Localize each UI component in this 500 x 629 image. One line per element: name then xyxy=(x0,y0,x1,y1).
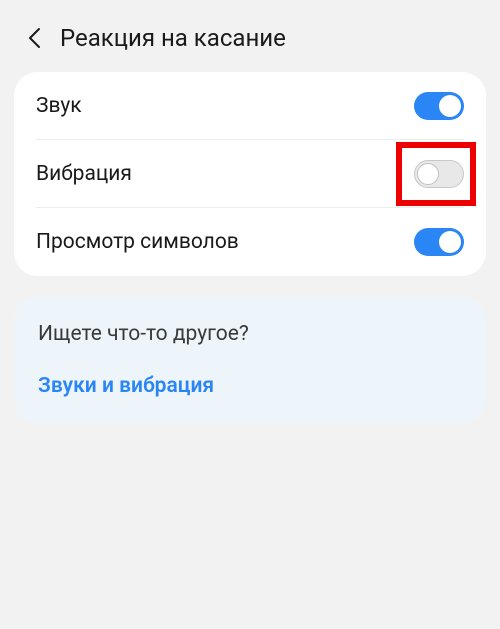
back-icon[interactable] xyxy=(20,24,48,52)
settings-row-sound[interactable]: Звук xyxy=(14,72,486,140)
settings-row-vibration[interactable]: Вибрация xyxy=(14,140,486,208)
char-preview-label: Просмотр символов xyxy=(36,230,239,254)
page-header: Реакция на касание xyxy=(0,0,500,72)
vibration-toggle[interactable] xyxy=(414,160,464,188)
sound-toggle[interactable] xyxy=(414,92,464,120)
vibration-label: Вибрация xyxy=(36,162,132,186)
toggle-knob xyxy=(417,163,439,185)
sounds-vibration-link[interactable]: Звуки и вибрация xyxy=(38,374,462,398)
info-card: Ищете что-то другое? Звуки и вибрация xyxy=(14,296,486,424)
char-preview-toggle[interactable] xyxy=(414,228,464,256)
settings-card: Звук Вибрация Просмотр символов xyxy=(14,72,486,276)
toggle-knob xyxy=(439,231,461,253)
settings-row-char-preview[interactable]: Просмотр символов xyxy=(14,208,486,276)
sound-label: Звук xyxy=(36,94,82,118)
page-title: Реакция на касание xyxy=(60,24,286,52)
info-heading: Ищете что-то другое? xyxy=(38,322,462,346)
toggle-knob xyxy=(439,95,461,117)
